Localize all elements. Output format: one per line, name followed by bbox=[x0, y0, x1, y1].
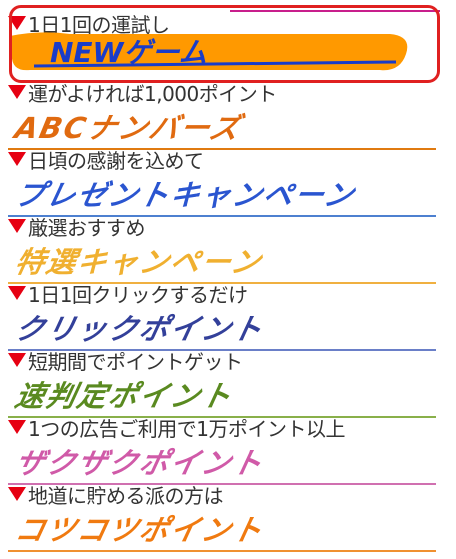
abc-numbers-banner[interactable]: ABCナンバーズ bbox=[12, 106, 245, 146]
menu-item-special-campaign[interactable]: 厳選おすすめ 特選キャンペーン bbox=[0, 214, 440, 284]
triangle-down-icon bbox=[8, 487, 26, 501]
menu-item-abc-numbers[interactable]: 運がよければ1,000ポイント ABCナンバーズ bbox=[0, 80, 440, 150]
item-caption: 運がよければ1,000ポイント bbox=[8, 80, 277, 106]
item-caption: 日頃の感謝を込めて bbox=[8, 147, 204, 173]
special-campaign-banner[interactable]: 特選キャンペーン bbox=[12, 240, 266, 280]
click-point-banner[interactable]: クリックポイント bbox=[12, 307, 267, 347]
triangle-down-icon bbox=[8, 353, 26, 367]
zakuzaku-point-banner[interactable]: ザクザクポイント bbox=[12, 441, 267, 481]
item-divider bbox=[8, 550, 436, 552]
banner-label: ザクザクポイント bbox=[11, 446, 268, 480]
menu-item-present-campaign[interactable]: 日頃の感謝を込めて プレゼントキャンペーン bbox=[0, 147, 440, 217]
highlight-frame bbox=[9, 5, 440, 83]
menu-item-quick-point[interactable]: 短期間でポイントゲット 速判定ポイント bbox=[0, 348, 440, 418]
triangle-down-icon bbox=[8, 219, 26, 233]
menu-item-zakuzaku-point[interactable]: 1つの広告ご利用で1万ポイント以上 ザクザクポイント bbox=[0, 415, 440, 485]
banner-label: プレゼントキャンペーン bbox=[11, 178, 359, 212]
item-caption: 1日1回クリックするだけ bbox=[8, 281, 248, 307]
banner-label: 特選キャンペーン bbox=[11, 245, 266, 279]
banner-label: クリックポイント bbox=[11, 312, 268, 346]
triangle-down-icon bbox=[8, 152, 26, 166]
item-caption: 厳選おすすめ bbox=[8, 214, 146, 240]
item-caption: 地道に貯める派の方は bbox=[8, 482, 224, 508]
menu-item-kotsukotsu-point[interactable]: 地道に貯める派の方は コツコツポイント bbox=[0, 482, 440, 552]
menu-item-click-point[interactable]: 1日1回クリックするだけ クリックポイント bbox=[0, 281, 440, 351]
item-caption: 1つの広告ご利用で1万ポイント以上 bbox=[8, 415, 345, 441]
banner-label: ABCナンバーズ bbox=[11, 111, 245, 145]
banner-label: 速判定ポイント bbox=[11, 379, 237, 413]
quick-point-banner[interactable]: 速判定ポイント bbox=[12, 374, 236, 414]
triangle-down-icon bbox=[8, 286, 26, 300]
triangle-down-icon bbox=[8, 420, 26, 434]
kotsukotsu-point-banner[interactable]: コツコツポイント bbox=[12, 508, 267, 548]
present-campaign-banner[interactable]: プレゼントキャンペーン bbox=[12, 173, 359, 213]
triangle-down-icon bbox=[8, 85, 26, 99]
banner-label: コツコツポイント bbox=[11, 513, 268, 547]
item-caption: 短期間でポイントゲット bbox=[8, 348, 243, 374]
